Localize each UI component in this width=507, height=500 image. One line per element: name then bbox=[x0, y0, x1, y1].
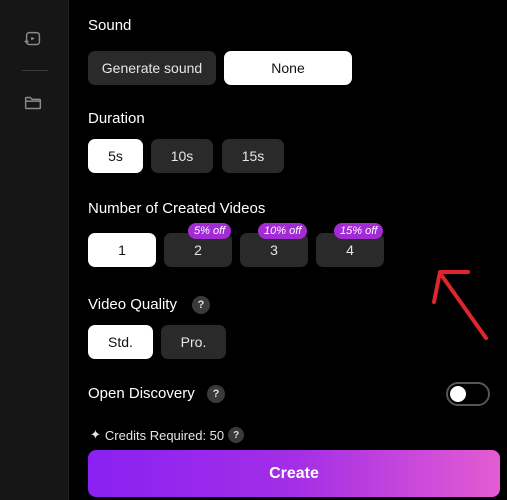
settings-panel: Sound Generate sound None Duration 5s 10… bbox=[68, 0, 507, 500]
quality-label: Video Quality bbox=[88, 296, 177, 313]
discovery-help-icon[interactable]: ? bbox=[207, 385, 225, 403]
credits-help-icon[interactable]: ? bbox=[228, 427, 245, 443]
duration-option-15s[interactable]: 15s bbox=[222, 139, 284, 173]
videos-option-1[interactable]: 1 bbox=[88, 233, 156, 267]
sidebar bbox=[0, 0, 69, 500]
duration-option-5s[interactable]: 5s bbox=[88, 139, 143, 173]
duration-label: Duration bbox=[88, 110, 145, 127]
toggle-knob bbox=[450, 386, 466, 402]
credits-text: Credits Required: 50 bbox=[104, 427, 225, 443]
quality-help-icon[interactable]: ? bbox=[192, 296, 210, 314]
duration-option-10s[interactable]: 10s bbox=[151, 139, 213, 173]
video-swap-icon[interactable] bbox=[22, 28, 44, 50]
sound-option-none[interactable]: None bbox=[224, 51, 352, 85]
annotation-arrow bbox=[432, 270, 488, 340]
quality-option-std[interactable]: Std. bbox=[88, 325, 153, 359]
sound-option-generate[interactable]: Generate sound bbox=[88, 51, 216, 85]
create-button[interactable]: Create bbox=[88, 450, 500, 497]
credits-row: ✦ Credits Required: 50 ? bbox=[90, 427, 245, 443]
sparkle-icon: ✦ bbox=[90, 427, 101, 442]
quality-option-pro[interactable]: Pro. bbox=[161, 325, 226, 359]
discount-badge-15: 15% off bbox=[334, 223, 384, 239]
discovery-label: Open Discovery bbox=[88, 385, 195, 402]
discovery-toggle[interactable] bbox=[446, 382, 490, 406]
videos-count-label: Number of Created Videos bbox=[88, 200, 266, 217]
discount-badge-5: 5% off bbox=[188, 223, 232, 239]
folder-icon[interactable] bbox=[22, 92, 44, 114]
discount-badge-10: 10% off bbox=[258, 223, 308, 239]
sidebar-divider bbox=[22, 70, 48, 71]
sound-label: Sound bbox=[88, 17, 132, 34]
